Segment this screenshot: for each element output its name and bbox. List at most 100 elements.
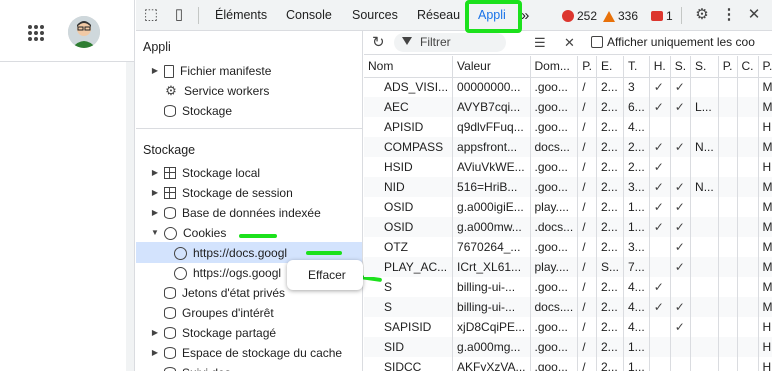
sidebar-item-private-state-tokens[interactable]: Jetons d'état privés [150, 283, 285, 303]
context-menu-clear[interactable]: Effacer [308, 268, 346, 282]
table-cell: ✓ [649, 97, 671, 117]
warning-badge[interactable]: 336 [603, 8, 638, 24]
table-cell: H. [758, 157, 772, 177]
issues-badge[interactable]: 1 [651, 8, 673, 24]
table-cell: M. [758, 197, 772, 217]
sidebar-item-bounce-tracking[interactable]: Suivi des [150, 363, 231, 371]
sidebar-item-cache-storage[interactable]: ▶ Espace de stockage du cache [150, 343, 342, 363]
sidebar-item-label: Stockage [182, 104, 233, 118]
sidebar-item-service-workers[interactable]: ⚙ Service workers [150, 81, 269, 101]
table-row[interactable]: SIDCCAKFyXzVA....goo.../2...1... H. [364, 357, 772, 371]
collapse-arrow-icon[interactable]: ▼ [150, 223, 160, 243]
expand-arrow-icon[interactable]: ▶ [150, 343, 160, 363]
tab-console[interactable]: Console [286, 0, 332, 31]
more-options-icon[interactable]: ⋮ [721, 7, 737, 23]
database-icon [164, 327, 176, 339]
column-header[interactable]: Nom [364, 56, 454, 78]
table-cell [718, 217, 738, 237]
column-header[interactable]: P. [577, 56, 597, 78]
table-row[interactable]: OSIDg.a000igiE...play..../2...1...✓✓M. [364, 197, 772, 217]
inspect-element-icon[interactable]: ⬚ [143, 7, 159, 23]
table-cell: AViuVkWE... [452, 157, 531, 177]
expand-arrow-icon[interactable]: ▶ [150, 163, 160, 183]
table-cell: ✓ [670, 137, 692, 157]
cookie-site-ogs[interactable]: https://ogs.googl [170, 263, 281, 283]
table-row[interactable]: Sbilling-ui-....goo.../2...4...✓ M. [364, 277, 772, 297]
expand-arrow-icon[interactable]: ▶ [150, 203, 160, 223]
only-show-issues-checkbox[interactable] [591, 36, 603, 48]
column-header[interactable]: P. [718, 56, 738, 78]
cookie-site-docs[interactable]: https://docs.googl [170, 243, 287, 263]
clear-filtered-icon[interactable]: ☰ [534, 34, 546, 52]
column-header[interactable]: P. [758, 56, 772, 78]
table-cell: 7670264_... [452, 237, 531, 257]
refresh-icon[interactable]: ↻ [372, 34, 385, 52]
sidebar-item-label: Suivi des [182, 363, 231, 371]
column-header[interactable]: T. [623, 56, 650, 78]
table-cell: .goo... [530, 237, 579, 257]
sidebar-item-local-storage[interactable]: ▶ Stockage local [150, 163, 260, 183]
table-cell: ✓ [670, 217, 692, 237]
page-scrollbar[interactable] [126, 62, 134, 371]
column-header[interactable]: C. [737, 56, 759, 78]
table-cell: M. [758, 297, 772, 317]
table-cell: appsfront... [452, 137, 531, 157]
table-cell [737, 197, 759, 217]
issues-icon [651, 11, 663, 21]
sidebar-item-interest-groups[interactable]: Groupes d'intérêt [150, 303, 274, 323]
table-row[interactable]: SAPISIDxjD8CqiPE....goo.../2...4... ✓ H. [364, 317, 772, 337]
sidebar-item-shared-storage[interactable]: ▶ Stockage partagé [150, 323, 276, 343]
delete-selected-icon[interactable]: ✕ [564, 34, 575, 52]
sidebar-item-storage[interactable]: Stockage [150, 101, 232, 121]
table-row[interactable]: SIDg.a000mg....goo.../2...1... H. [364, 337, 772, 357]
tab-network[interactable]: Réseau [417, 0, 460, 31]
column-header[interactable]: S. [690, 56, 719, 78]
table-cell [718, 277, 738, 297]
table-row[interactable]: OTZ7670264_....goo.../2...3... ✓ M. [364, 237, 772, 257]
column-header[interactable]: H. [649, 56, 671, 78]
table-row[interactable]: NID516=HriB....goo.../2...3...✓✓N...M. [364, 177, 772, 197]
more-tabs-button[interactable]: » [521, 0, 529, 31]
table-cell [737, 297, 759, 317]
apps-grid-icon[interactable] [28, 25, 44, 41]
table-cell [737, 137, 759, 157]
table-cell: PLAY_AC... [364, 257, 454, 277]
table-cell: M. [758, 237, 772, 257]
table-row[interactable]: Sbilling-ui-...docs..../2...4...✓✓M. [364, 297, 772, 317]
table-cell: 2... [596, 197, 625, 217]
table-cell: OSID [364, 217, 454, 237]
sidebar-item-session-storage[interactable]: ▶ Stockage de session [150, 183, 293, 203]
error-badge[interactable]: 252 [562, 8, 597, 24]
device-toolbar-icon[interactable]: ▯ [171, 7, 187, 23]
close-devtools-icon[interactable]: ✕ [746, 7, 762, 23]
database-icon [164, 287, 176, 299]
expand-arrow-icon[interactable]: ▶ [150, 61, 160, 81]
column-header[interactable]: E. [596, 56, 625, 78]
expand-arrow-icon[interactable]: ▶ [150, 183, 160, 203]
tab-sources[interactable]: Sources [352, 0, 398, 31]
avatar[interactable] [68, 16, 100, 48]
table-cell: .goo... [530, 97, 579, 117]
table-row[interactable]: APISIDq9dlvFFuq....goo.../2...4... H. [364, 117, 772, 137]
table-row[interactable]: OSIDg.a000mw....docs.../2...1...✓✓M. [364, 217, 772, 237]
expand-arrow-icon[interactable]: ▶ [150, 323, 160, 343]
table-row[interactable]: HSIDAViuVkWE....goo.../2...2...✓H. [364, 157, 772, 177]
table-row[interactable]: AECAVYB7cqi....goo.../2...6...✓✓L...M. [364, 97, 772, 117]
table-cell: H. [758, 357, 772, 371]
table-cell: .goo... [530, 177, 579, 197]
sidebar-item-manifest[interactable]: ▶ Fichier manifeste [150, 61, 271, 81]
table-cell: / [577, 297, 597, 317]
column-header[interactable]: Dom... [530, 56, 579, 78]
filter-input[interactable]: Filtrer [394, 33, 506, 52]
settings-gear-icon[interactable]: ⚙ [694, 7, 710, 23]
table-cell: 1... [623, 217, 650, 237]
table-row[interactable]: COMPASS appsfront... docs.../2... 2... ✓ ✓ N..… [364, 137, 772, 157]
sidebar-item-indexeddb[interactable]: ▶ Base de données indexée [150, 203, 321, 223]
cookies-filter-bar: ↻ Filtrer ☰ ✕ Afficher uniquement les co… [364, 31, 772, 55]
tab-elements[interactable]: Éléments [215, 0, 267, 31]
table-row[interactable]: ADS_VISI...00000000....goo.../2...3✓✓M. [364, 77, 772, 97]
column-header[interactable]: Valeur [452, 56, 531, 78]
table-row[interactable]: PLAY_AC... ICrt_XL61... play.... / S... 7... ✓… [364, 257, 772, 277]
column-header[interactable]: S. [670, 56, 692, 78]
sidebar-item-cookies[interactable]: ▼ Cookies [150, 223, 226, 243]
